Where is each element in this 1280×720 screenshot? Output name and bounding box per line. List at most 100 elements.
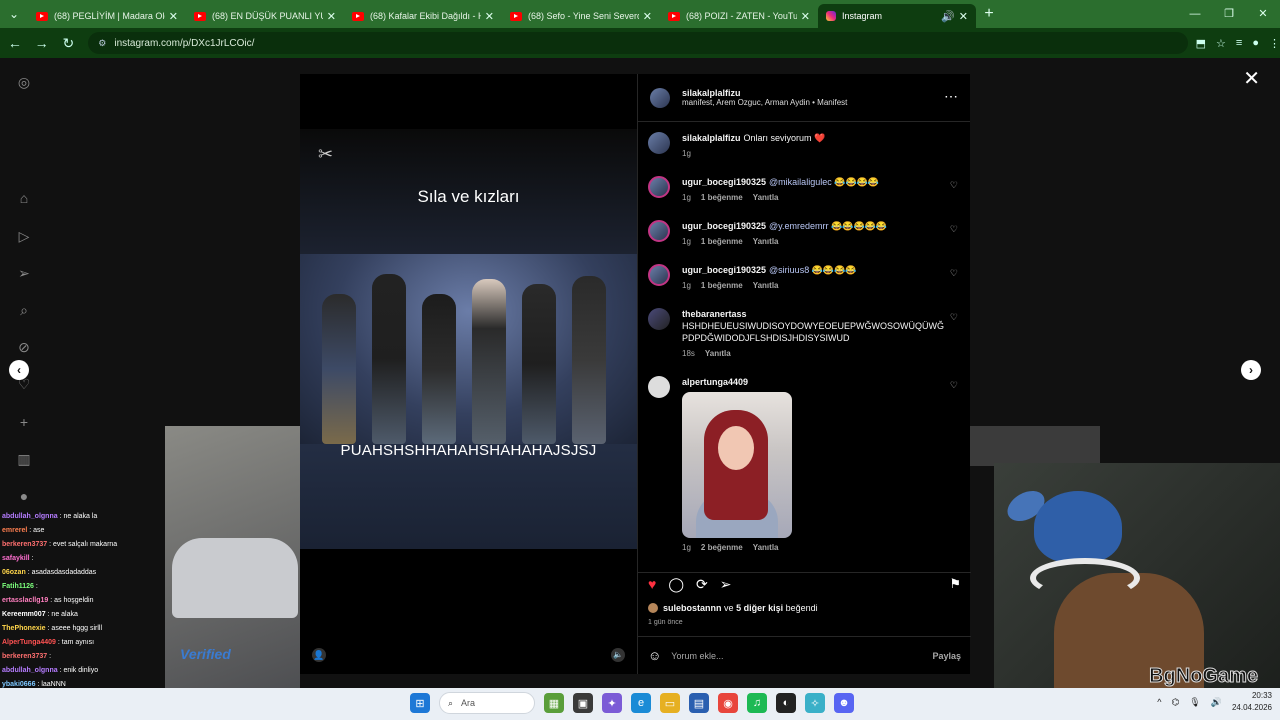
post-audio-info[interactable]: manifest, Arem Ozguc, Arman Aydin • Mani… xyxy=(682,98,847,107)
install-app-icon[interactable]: ⬒ xyxy=(1196,37,1206,50)
comment-likes[interactable]: 1 beğenme xyxy=(701,237,743,246)
close-window-icon[interactable]: ✕ xyxy=(1246,0,1280,28)
chat-username[interactable]: ThePhonexie xyxy=(2,625,46,632)
app-icon[interactable]: ✧ xyxy=(805,693,825,713)
share-icon[interactable]: ➢ xyxy=(720,576,732,593)
chat-username[interactable]: ybaki0666 xyxy=(2,681,35,688)
reply-button[interactable]: Yanıtla xyxy=(753,281,779,290)
chat-username[interactable]: abdullah_olgnna xyxy=(2,667,58,674)
profile-icon[interactable]: ● xyxy=(16,488,32,504)
home-icon[interactable]: ⌂ xyxy=(16,190,32,206)
avatar[interactable] xyxy=(648,176,670,198)
avatar[interactable] xyxy=(648,220,670,242)
chat-username[interactable]: ertasslacllg19 xyxy=(2,597,48,604)
kebab-menu-icon[interactable]: ⋮ xyxy=(1269,37,1280,50)
comment-icon[interactable]: ◯ xyxy=(668,576,684,593)
chat-username[interactable]: emrerel xyxy=(2,527,27,534)
chat-username[interactable]: berkeren3737 xyxy=(2,653,47,660)
tab-close-icon[interactable]: ✕ xyxy=(327,10,336,23)
comment-mention[interactable]: @mikailaligulec xyxy=(769,177,832,187)
explore-icon[interactable]: ⊘ xyxy=(16,339,32,355)
tab-0[interactable]: (68) PEGLİYİM | Madara Olduk ✕ xyxy=(28,4,186,28)
comment-time[interactable]: 1g xyxy=(682,237,691,246)
chat-username[interactable]: Fatih1126 xyxy=(2,583,34,590)
minimize-icon[interactable]: — xyxy=(1178,0,1212,28)
widgets-icon[interactable]: ▦ xyxy=(544,693,564,713)
tab-close-icon[interactable]: ✕ xyxy=(801,10,810,23)
comment-like-heart-icon[interactable]: ♡ xyxy=(950,224,958,235)
like-heart-icon[interactable]: ♥ xyxy=(648,576,656,592)
speaker-icon[interactable]: 🔊 xyxy=(941,10,955,23)
chat-username[interactable]: berkeren3737 xyxy=(2,541,47,548)
post-comment-button[interactable]: Paylaş xyxy=(932,651,961,661)
comment-time[interactable]: 18s xyxy=(682,349,695,358)
dashboard-icon[interactable]: ▥ xyxy=(16,451,32,467)
reload-icon[interactable]: ↻ xyxy=(57,35,81,52)
tab-close-icon[interactable]: ✕ xyxy=(643,10,652,23)
spotify-icon[interactable]: ♫ xyxy=(747,693,767,713)
chat-username[interactable]: AlperTunga4409 xyxy=(2,639,56,646)
tab-close-icon[interactable]: ✕ xyxy=(959,10,968,23)
tab-search-menu-icon[interactable]: ⌄ xyxy=(0,0,28,28)
reply-button[interactable]: Yanıtla xyxy=(753,237,779,246)
repost-icon[interactable]: ⟳ xyxy=(696,576,708,593)
comment-username[interactable]: ugur_bocegi190325 xyxy=(682,221,766,231)
comment-username[interactable]: ugur_bocegi190325 xyxy=(682,177,766,187)
tagged-users-icon[interactable]: 👤 xyxy=(312,648,326,662)
comment-like-heart-icon[interactable]: ♡ xyxy=(950,180,958,191)
avatar[interactable] xyxy=(648,132,670,154)
avatar[interactable] xyxy=(648,264,670,286)
restore-icon[interactable]: ❐ xyxy=(1212,0,1246,28)
comment-likes[interactable]: 1 beğenme xyxy=(701,193,743,202)
comment-like-heart-icon[interactable]: ♡ xyxy=(950,268,958,279)
avatar[interactable] xyxy=(650,87,670,108)
store-icon[interactable]: ▤ xyxy=(689,693,709,713)
reply-button[interactable]: Yanıtla xyxy=(753,543,779,552)
chat-username[interactable]: Kereemm007 xyxy=(2,611,46,618)
comment-time[interactable]: 1g xyxy=(682,543,691,552)
more-options-icon[interactable]: ⋯ xyxy=(944,88,958,105)
file-explorer-icon[interactable]: ▭ xyxy=(660,693,680,713)
chat-username[interactable]: 06ozan xyxy=(2,569,26,576)
avatar[interactable] xyxy=(648,376,670,398)
network-icon[interactable]: ⌬ xyxy=(1171,697,1179,708)
chat-username[interactable]: safaykill xyxy=(2,555,30,562)
back-icon[interactable]: ← xyxy=(3,35,27,51)
tab-2[interactable]: (68) Kafalar Ekibi Dağıldı - HES ✕ xyxy=(344,4,502,28)
taskbar-search[interactable]: ⌕ Ara xyxy=(439,692,535,714)
comment-username[interactable]: alpertunga4409 xyxy=(682,376,955,388)
comment-time[interactable]: 1g xyxy=(682,281,691,290)
site-info-icon[interactable]: ⚙ xyxy=(98,38,106,49)
reply-button[interactable]: Yanıtla xyxy=(753,193,779,202)
comment-time[interactable]: 1g xyxy=(682,193,691,202)
search-icon[interactable]: ⌕ xyxy=(16,302,32,318)
likes-username[interactable]: sulebostannn xyxy=(663,603,722,613)
tab-4[interactable]: (68) POIZI - ZATEN - YouTube ✕ xyxy=(660,4,818,28)
likes-others-link[interactable]: 5 diğer kişi xyxy=(736,603,783,613)
emoji-picker-icon[interactable]: ☺ xyxy=(648,648,661,663)
volume-icon[interactable]: 🔊 xyxy=(1211,697,1222,708)
direct-messages-icon[interactable]: ➢ xyxy=(16,265,32,281)
profile-avatar[interactable]: ● xyxy=(1252,37,1259,50)
forward-icon[interactable]: → xyxy=(30,35,54,51)
discord-icon[interactable]: ☻ xyxy=(834,693,854,713)
tab-close-icon[interactable]: ✕ xyxy=(169,10,178,23)
chat-username[interactable]: abdullah_olgnna xyxy=(2,513,58,520)
tab-1[interactable]: (68) EN DÜŞÜK PUANLI YURT D ✕ xyxy=(186,4,344,28)
comment-like-heart-icon[interactable]: ♡ xyxy=(950,380,958,391)
instagram-logo-icon[interactable]: ◎ xyxy=(16,74,32,90)
chrome-icon[interactable]: ◉ xyxy=(718,693,738,713)
reply-button[interactable]: Yanıtla xyxy=(705,349,731,358)
comment-likes[interactable]: 2 beğenme xyxy=(701,543,743,552)
comment-username[interactable]: ugur_bocegi190325 xyxy=(682,265,766,275)
comment-gif-image[interactable] xyxy=(682,392,792,538)
post-media[interactable]: ✂ Sıla ve kızları PUAHSHSHHAHAHSHAHAHAJS… xyxy=(300,74,637,674)
post-author-username[interactable]: silakalplalfizu xyxy=(682,88,847,98)
microphone-icon[interactable]: 🎙 xyxy=(1189,697,1200,708)
media-controls-icon[interactable]: ≡ xyxy=(1236,37,1242,50)
comment-time[interactable]: 1g xyxy=(682,149,691,158)
task-view-icon[interactable]: ▣ xyxy=(573,693,593,713)
comment-username[interactable]: thebaranertass xyxy=(682,308,941,320)
comment-likes[interactable]: 1 beğenme xyxy=(701,281,743,290)
previous-post-chevron-icon[interactable]: ‹ xyxy=(9,360,29,380)
